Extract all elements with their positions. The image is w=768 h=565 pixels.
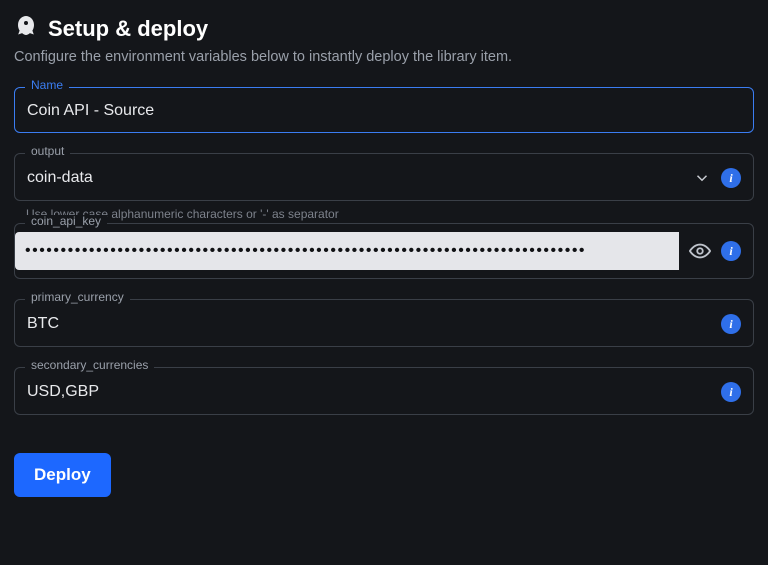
coin-api-key-input[interactable]: [15, 232, 679, 270]
primary-currency-label: primary_currency: [25, 291, 130, 303]
output-helper-text: Use lower case alphanumeric characters o…: [26, 207, 754, 221]
panel-subtitle: Configure the environment variables belo…: [14, 49, 754, 65]
info-icon[interactable]: i: [721, 314, 741, 334]
chevron-down-icon[interactable]: [693, 169, 711, 187]
name-field[interactable]: Name: [14, 87, 754, 133]
output-label: output: [25, 145, 70, 157]
output-field[interactable]: output coin-data i: [14, 153, 754, 201]
secondary-currencies-label: secondary_currencies: [25, 359, 154, 371]
panel-header: Setup & deploy: [14, 14, 754, 43]
coin-api-key-field[interactable]: coin_api_key i: [14, 223, 754, 279]
secondary-currencies-field[interactable]: secondary_currencies i: [14, 367, 754, 415]
output-value[interactable]: coin-data: [27, 169, 683, 187]
secondary-currencies-input[interactable]: [27, 383, 711, 401]
panel-title: Setup & deploy: [48, 16, 208, 42]
primary-currency-input[interactable]: [27, 315, 711, 333]
rocket-icon: [14, 14, 38, 43]
name-label: Name: [25, 79, 69, 91]
info-icon[interactable]: i: [721, 168, 741, 188]
info-icon[interactable]: i: [721, 241, 741, 261]
setup-deploy-panel: Setup & deploy Configure the environment…: [0, 0, 768, 511]
deploy-button[interactable]: Deploy: [14, 453, 111, 497]
coin-api-key-label: coin_api_key: [25, 215, 107, 227]
eye-icon[interactable]: [689, 240, 711, 262]
info-icon[interactable]: i: [721, 382, 741, 402]
primary-currency-field[interactable]: primary_currency i: [14, 299, 754, 347]
name-input[interactable]: [27, 102, 741, 120]
